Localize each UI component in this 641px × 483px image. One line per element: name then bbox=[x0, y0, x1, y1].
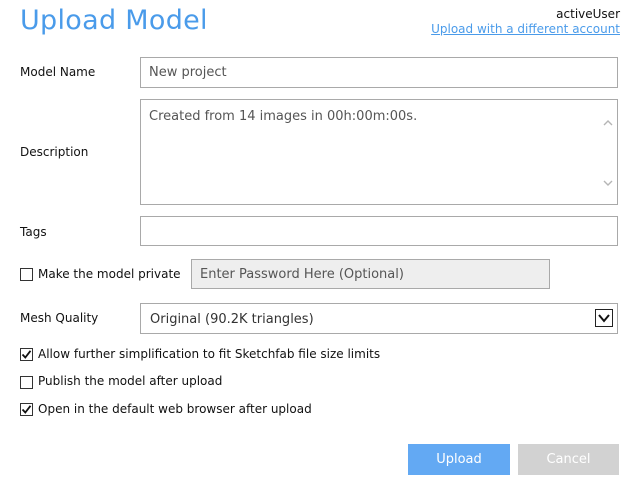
model-name-label: Model Name bbox=[20, 65, 95, 79]
make-private-label: Make the model private bbox=[38, 267, 181, 281]
mesh-quality-value: Original (90.2K triangles) bbox=[150, 312, 314, 327]
active-user-name: activeUser bbox=[556, 7, 620, 21]
open-in-browser-label: Open in the default web browser after up… bbox=[38, 402, 312, 416]
tags-input[interactable] bbox=[140, 216, 618, 246]
password-input[interactable]: Enter Password Here (Optional) bbox=[191, 259, 550, 289]
upload-button[interactable]: Upload bbox=[408, 444, 510, 475]
scroll-down-icon[interactable] bbox=[603, 177, 613, 187]
publish-after-upload-label: Publish the model after upload bbox=[38, 374, 222, 388]
mesh-quality-select[interactable]: Original (90.2K triangles) bbox=[140, 303, 618, 334]
allow-simplification-checkbox[interactable] bbox=[20, 348, 33, 361]
description-label: Description bbox=[20, 145, 88, 159]
open-in-browser-checkbox[interactable] bbox=[20, 403, 33, 416]
switch-account-link[interactable]: Upload with a different account bbox=[431, 22, 620, 36]
tags-label: Tags bbox=[20, 225, 47, 239]
mesh-quality-label: Mesh Quality bbox=[20, 311, 98, 325]
page-title: Upload Model bbox=[20, 5, 208, 36]
publish-after-upload-checkbox[interactable] bbox=[20, 376, 33, 389]
checkmark-icon bbox=[21, 404, 32, 415]
description-value: Created from 14 images in 00h:00m:00s. bbox=[149, 109, 417, 124]
chevron-down-icon[interactable] bbox=[595, 309, 613, 327]
model-name-value: New project bbox=[149, 65, 227, 80]
allow-simplification-label: Allow further simplification to fit Sket… bbox=[38, 347, 380, 361]
password-placeholder: Enter Password Here (Optional) bbox=[200, 267, 404, 282]
make-private-checkbox[interactable] bbox=[20, 268, 33, 281]
model-name-input[interactable]: New project bbox=[140, 57, 618, 88]
checkmark-icon bbox=[21, 349, 32, 360]
cancel-button[interactable]: Cancel bbox=[518, 444, 619, 475]
scroll-up-icon[interactable] bbox=[603, 117, 613, 127]
description-textarea[interactable]: Created from 14 images in 00h:00m:00s. bbox=[140, 99, 618, 205]
